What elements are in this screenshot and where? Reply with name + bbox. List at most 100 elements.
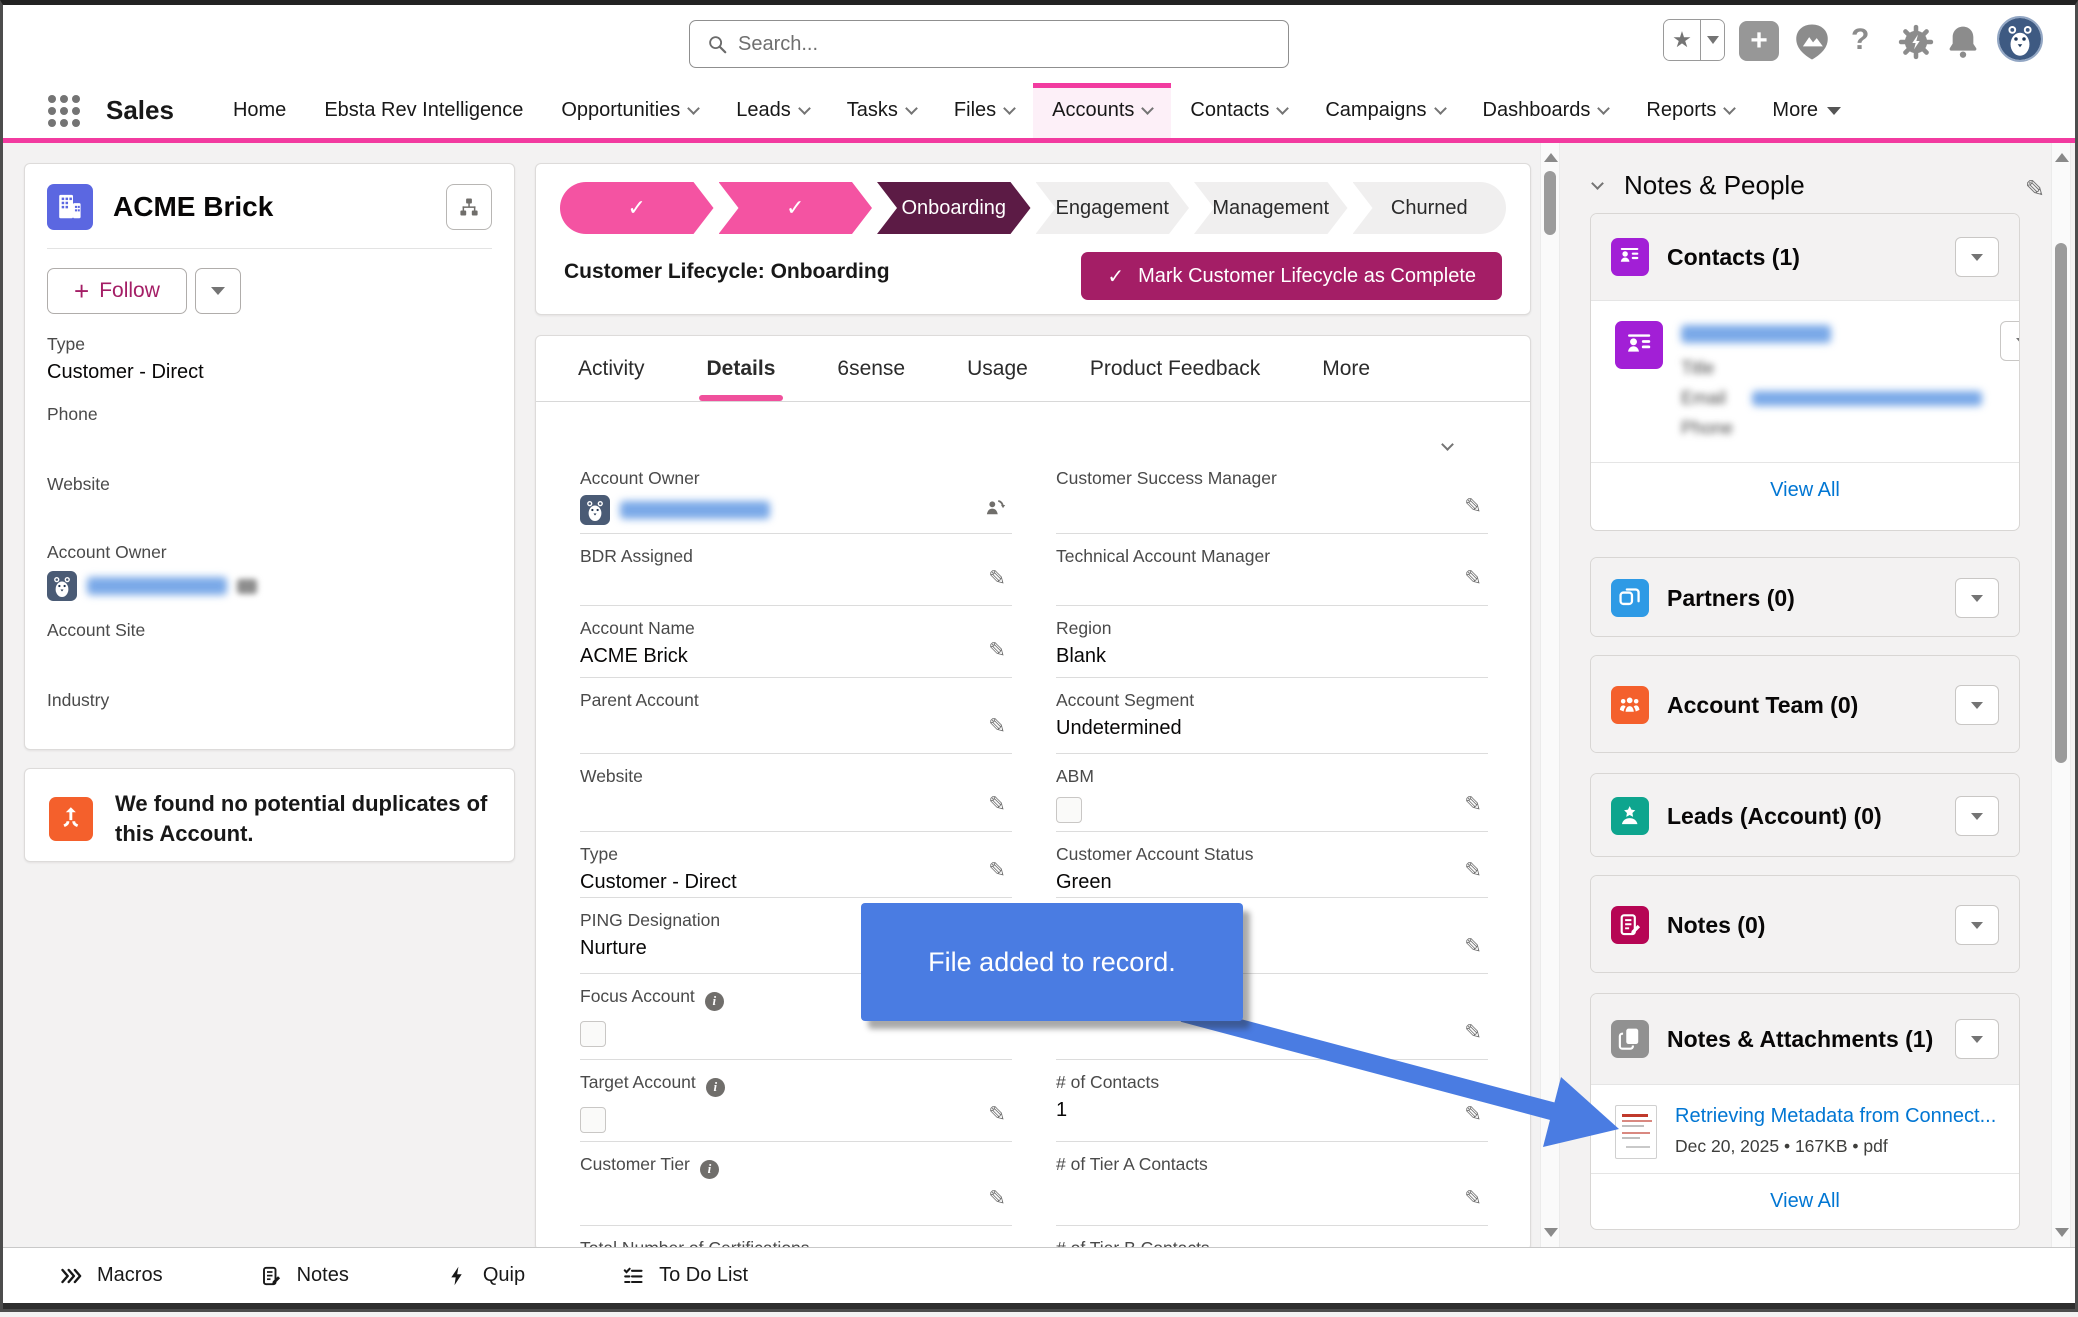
view-all-link[interactable]: View All [1591, 1173, 2019, 1229]
trailhead-icon[interactable] [1791, 21, 1833, 63]
utility-quip[interactable]: Quip [445, 1264, 525, 1288]
redacted-owner-name[interactable] [87, 577, 227, 595]
nav-tab-reports[interactable]: Reports [1627, 83, 1753, 138]
setup-gear-icon[interactable] [1895, 21, 1937, 63]
notes-people-section[interactable]: Notes & People [1593, 170, 1805, 201]
card-actions-dropdown[interactable] [1955, 796, 1999, 836]
chevron-down-icon[interactable] [1142, 102, 1155, 115]
edit-pencil-icon[interactable]: ✎ [1464, 1102, 1482, 1127]
scroll-down-arrow[interactable] [2055, 1228, 2069, 1237]
path-stage-complete-1[interactable]: ✓ [719, 182, 873, 234]
utility-notes[interactable]: Notes [259, 1264, 349, 1288]
chevron-down-icon[interactable] [798, 102, 811, 115]
info-icon[interactable]: i [706, 1078, 725, 1097]
favorites-star-icon[interactable]: ★ [1664, 20, 1700, 60]
follow-button[interactable]: + Follow [47, 268, 187, 314]
related-card-header[interactable]: Notes (0) [1591, 876, 2019, 973]
sidebar-scrollbar[interactable] [2051, 143, 2071, 1247]
nav-tab-more[interactable]: More [1753, 83, 1860, 138]
account-hierarchy-button[interactable] [446, 184, 492, 230]
attachment-title-link[interactable]: Retrieving Metadata from Connect... [1675, 1105, 1999, 1128]
card-actions-dropdown[interactable] [1955, 237, 1999, 277]
nav-tab-contacts[interactable]: Contacts [1171, 83, 1306, 138]
edit-pencil-icon[interactable]: ✎ [1464, 494, 1482, 519]
follow-dropdown-button[interactable] [195, 268, 241, 314]
redacted-contact-name[interactable] [1681, 325, 1831, 343]
chevron-down-icon[interactable] [1003, 102, 1016, 115]
scroll-down-arrow[interactable] [1544, 1228, 1558, 1237]
nav-tab-dashboards[interactable]: Dashboards [1464, 83, 1628, 138]
edit-pencil-icon[interactable]: ✎ [988, 792, 1006, 817]
info-icon[interactable]: i [705, 992, 724, 1011]
path-stage-management[interactable]: Management [1194, 182, 1348, 234]
path-stage-engagement[interactable]: Engagement [1036, 182, 1190, 234]
related-card-header[interactable]: Account Team (0) [1591, 656, 2019, 753]
chevron-down-icon[interactable] [1827, 107, 1841, 115]
nav-tab-campaigns[interactable]: Campaigns [1306, 83, 1463, 138]
app-launcher-icon[interactable] [48, 95, 80, 127]
edit-pencil-icon[interactable]: ✎ [1464, 858, 1482, 883]
scroll-thumb[interactable] [2055, 243, 2067, 763]
edit-pencil-icon[interactable]: ✎ [988, 858, 1006, 883]
path-stage-onboarding[interactable]: Onboarding [877, 182, 1031, 234]
redacted-email[interactable] [1752, 391, 1982, 406]
checkbox-unchecked[interactable] [1056, 797, 1082, 823]
edit-pencil-icon[interactable]: ✎ [988, 1102, 1006, 1127]
checkbox-unchecked[interactable] [580, 1021, 606, 1047]
scroll-up-arrow[interactable] [1544, 153, 1558, 162]
mark-lifecycle-complete-button[interactable]: ✓ Mark Customer Lifecycle as Complete [1081, 252, 1502, 300]
card-actions-dropdown[interactable] [1955, 1019, 1999, 1059]
card-actions-dropdown[interactable] [1955, 905, 1999, 945]
related-card-header[interactable]: Notes & Attachments (1) [1591, 994, 2019, 1084]
chevron-down-icon[interactable] [1434, 102, 1447, 115]
info-icon[interactable]: i [700, 1160, 719, 1179]
section-collapse-chevron-icon[interactable] [1443, 436, 1452, 454]
edit-pencil-icon[interactable]: ✎ [988, 714, 1006, 739]
utility-to-do-list[interactable]: To Do List [621, 1264, 748, 1288]
utility-macros[interactable]: Macros [59, 1264, 163, 1288]
tab-usage[interactable]: Usage [967, 336, 1028, 401]
help-icon[interactable]: ? [1851, 23, 1869, 57]
nav-tab-tasks[interactable]: Tasks [828, 83, 935, 138]
attachment-list-item[interactable]: Retrieving Metadata from Connect...Dec 2… [1591, 1084, 2019, 1173]
edit-pencil-icon[interactable]: ✎ [988, 638, 1006, 663]
edit-pencil-icon[interactable]: ✎ [1464, 1186, 1482, 1211]
global-search-input[interactable]: Search... [689, 20, 1289, 68]
edit-pencil-icon[interactable]: ✎ [1464, 1020, 1482, 1045]
related-card-header[interactable]: Contacts (1) [1591, 214, 2019, 300]
related-card-header[interactable]: Partners (0) [1591, 558, 2019, 637]
user-avatar[interactable] [1997, 16, 2043, 62]
scroll-up-arrow[interactable] [2055, 153, 2069, 162]
tab-activity[interactable]: Activity [578, 336, 645, 401]
tab-6sense[interactable]: 6sense [837, 336, 905, 401]
notifications-bell-icon[interactable] [1943, 22, 1983, 62]
favorites-control[interactable]: ★ [1663, 19, 1725, 61]
related-card-header[interactable]: Leads (Account) (0) [1591, 774, 2019, 857]
edit-pencil-icon[interactable]: ✎ [1464, 792, 1482, 817]
card-actions-dropdown[interactable] [1955, 578, 1999, 618]
nav-tab-ebsta-rev-intelligence[interactable]: Ebsta Rev Intelligence [305, 83, 542, 138]
chevron-down-icon[interactable] [687, 102, 700, 115]
chevron-down-icon[interactable] [1598, 102, 1611, 115]
tab-more[interactable]: More [1322, 336, 1370, 401]
scroll-thumb[interactable] [1544, 171, 1556, 235]
tab-product-feedback[interactable]: Product Feedback [1090, 336, 1260, 401]
chevron-down-icon[interactable] [905, 102, 918, 115]
nav-tab-files[interactable]: Files [935, 83, 1033, 138]
nav-tab-accounts[interactable]: Accounts [1033, 83, 1171, 138]
checkbox-unchecked[interactable] [580, 1107, 606, 1133]
chevron-down-icon[interactable] [1724, 102, 1737, 115]
chevron-down-icon[interactable] [1276, 102, 1289, 115]
edit-nav-pencil-icon[interactable]: ✎ [2025, 175, 2045, 204]
create-button[interactable]: + [1739, 21, 1779, 61]
main-scrollbar[interactable] [1540, 143, 1560, 1247]
nav-tab-home[interactable]: Home [214, 83, 305, 138]
pdf-thumbnail[interactable] [1615, 1105, 1657, 1159]
nav-tab-opportunities[interactable]: Opportunities [542, 83, 717, 138]
row-actions-dropdown[interactable] [2000, 321, 2020, 361]
path-stage-complete-0[interactable]: ✓ [560, 182, 714, 234]
favorites-dropdown[interactable] [1700, 20, 1724, 60]
redacted-owner-name[interactable] [620, 501, 770, 519]
tab-details[interactable]: Details [707, 336, 776, 401]
card-actions-dropdown[interactable] [1955, 685, 1999, 725]
